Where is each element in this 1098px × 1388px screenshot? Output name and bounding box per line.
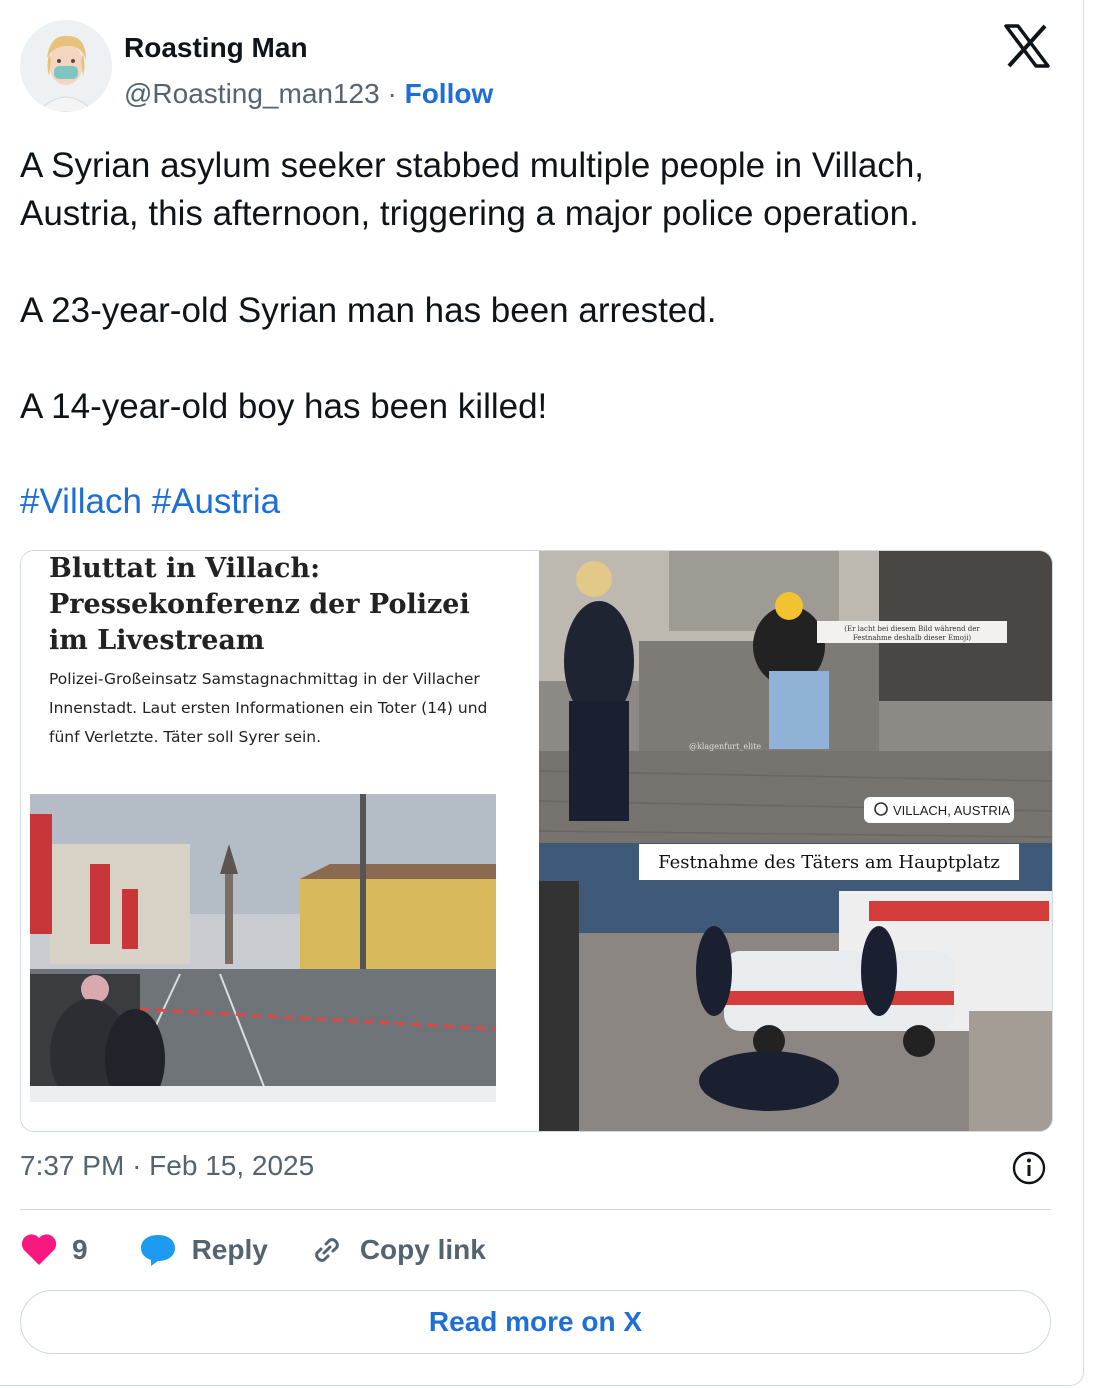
tweet-actions: 9 Reply Copy link <box>20 1228 526 1272</box>
author-handle[interactable]: @Roasting_man123 <box>124 78 380 109</box>
article-title-line: Bluttat in Villach: <box>49 553 321 584</box>
link-icon <box>315 1238 339 1262</box>
photo-small-caption-2: Festnahme deshalb dieser Emoji) <box>853 634 972 642</box>
tweet-paragraph-1: A Syrian asylum seeker stabbed multiple … <box>20 142 924 238</box>
heart-icon <box>21 1234 57 1265</box>
tweet-line: A Syrian asylum seeker stabbed multiple … <box>20 146 925 185</box>
timestamp-separator: · <box>132 1150 142 1181</box>
article-description: Polizei-Großeinsatz Samstagnachmittag in… <box>49 670 488 746</box>
reply-label: Reply <box>191 1234 268 1265</box>
author-name[interactable]: Roasting Man <box>124 32 308 64</box>
photo-headline: Festnahme des Täters am Hauptplatz <box>658 852 1000 873</box>
tweet-paragraph-2: A 23-year-old Syrian man has been arrest… <box>20 291 717 330</box>
tweet-paragraph-3: A 14-year-old boy has been killed! <box>20 387 548 426</box>
photo-location: VILLACH, AUSTRIA <box>893 803 1010 818</box>
copy-link-button[interactable]: Copy link <box>308 1231 486 1269</box>
tweet-line: Austria, this afternoon, triggering a ma… <box>20 194 919 233</box>
tweet-card: Roasting Man @Roasting_man123 · Follow A… <box>0 0 1084 1386</box>
tweet-timestamp[interactable]: 7:37 PM · Feb 15, 2025 <box>20 1150 314 1182</box>
handle-separator: · <box>387 78 397 109</box>
like-count: 9 <box>72 1234 88 1265</box>
article-title-line: Pressekonferenz der Polizei <box>49 589 470 620</box>
reply-bubble-icon <box>140 1235 175 1266</box>
author-handle-row: @Roasting_man123 · Follow <box>124 78 493 110</box>
like-button[interactable]: 9 <box>20 1233 88 1267</box>
follow-button[interactable]: Follow <box>405 78 494 109</box>
avatar[interactable] <box>20 20 112 112</box>
copy-link-label: Copy link <box>359 1234 486 1265</box>
tweet-media[interactable]: Bluttat in Villach: Pressekonferenz der … <box>20 550 1053 1132</box>
article-title: Bluttat in Villach: Pressekonferenz der … <box>49 551 509 659</box>
x-logo-icon[interactable] <box>1004 24 1050 68</box>
arrest-photo-collage: (Er lacht bei diesem Bild während der Fe… <box>538 551 1052 1131</box>
info-icon[interactable] <box>1012 1151 1046 1185</box>
article-screenshot: Bluttat in Villach: Pressekonferenz der … <box>21 551 536 1131</box>
hashtags[interactable]: #Villach #Austria <box>20 478 280 526</box>
divider <box>20 1209 1051 1210</box>
article-title-line: im Livestream <box>49 625 265 656</box>
street-photo <box>30 794 496 1102</box>
tweet-time[interactable]: 7:37 PM <box>20 1150 124 1181</box>
photo-watermark: @klagenfurt_elite <box>689 742 761 751</box>
read-more-button[interactable]: Read more on X <box>20 1290 1051 1354</box>
photo-small-caption: (Er lacht bei diesem Bild während der <box>844 625 980 633</box>
reply-button[interactable]: Reply <box>138 1232 268 1268</box>
tweet-date[interactable]: Feb 15, 2025 <box>149 1150 314 1181</box>
